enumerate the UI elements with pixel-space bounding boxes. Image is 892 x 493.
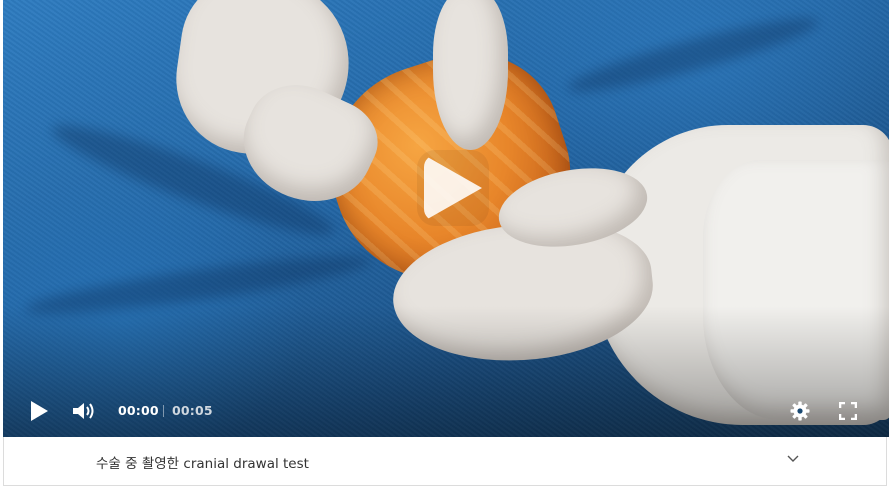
play-icon [31, 401, 48, 421]
current-time: 00:00 [118, 403, 159, 418]
volume-icon [73, 403, 94, 419]
settings-button[interactable] [790, 401, 810, 424]
fullscreen-icon [838, 401, 858, 421]
gloved-finger [433, 0, 508, 150]
duration: 00:05 [172, 403, 213, 418]
video-player[interactable]: 00:00 00:05 [3, 0, 889, 437]
video-caption-title: 수술 중 촬영한 cranial drawal test [96, 456, 309, 472]
gear-icon [790, 401, 810, 421]
gloved-hand-left [166, 0, 360, 166]
time-separator [163, 405, 164, 417]
chevron-down-icon[interactable] [786, 452, 800, 466]
play-button[interactable] [29, 400, 49, 425]
video-caption-accordion[interactable]: 수술 중 촬영한 cranial drawal test [3, 437, 887, 486]
gloved-hand-right [593, 125, 889, 425]
volume-button[interactable] [72, 401, 96, 424]
fullscreen-button[interactable] [838, 401, 858, 423]
